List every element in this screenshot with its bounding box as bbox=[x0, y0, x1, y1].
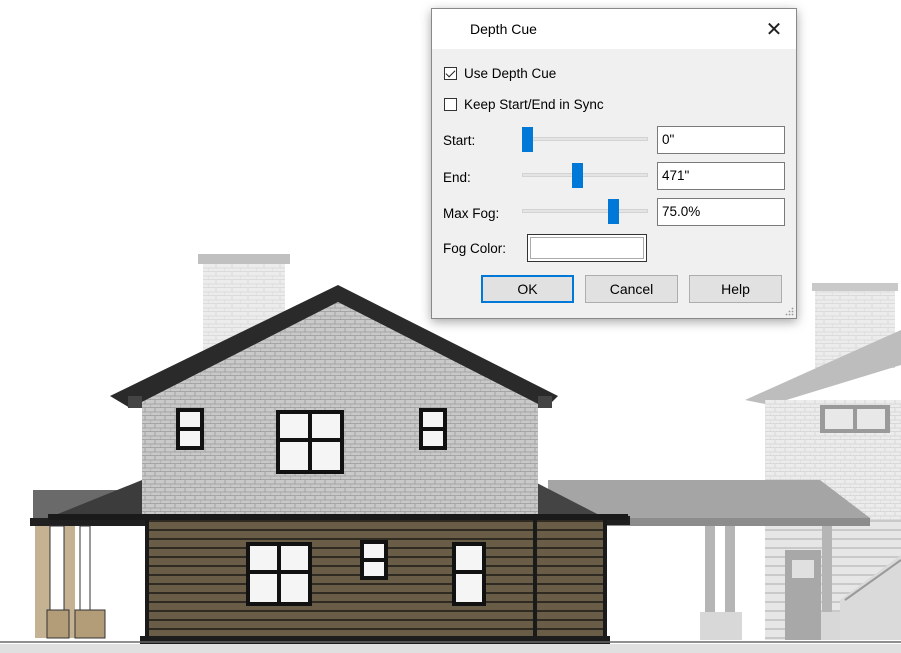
ok-button[interactable]: OK bbox=[481, 275, 574, 303]
use-depth-cue-checkbox[interactable]: Use Depth Cue bbox=[444, 66, 556, 81]
start-field[interactable]: 0" bbox=[657, 126, 785, 154]
checkbox-unchecked-icon[interactable] bbox=[444, 98, 457, 111]
start-slider-track[interactable] bbox=[522, 137, 648, 141]
checkbox-checked-icon[interactable] bbox=[444, 67, 457, 80]
resize-grip-icon[interactable] bbox=[784, 306, 794, 316]
end-slider-track[interactable] bbox=[522, 173, 648, 177]
max-fog-slider-thumb[interactable] bbox=[608, 199, 619, 224]
end-slider-thumb[interactable] bbox=[572, 163, 583, 188]
close-icon[interactable]: ✕ bbox=[758, 13, 790, 45]
start-label: Start: bbox=[443, 133, 476, 148]
max-fog-field[interactable]: 75.0% bbox=[657, 198, 785, 226]
cancel-button[interactable]: Cancel bbox=[585, 275, 678, 303]
end-label: End: bbox=[443, 170, 471, 185]
dialog-title: Depth Cue bbox=[470, 21, 537, 37]
max-fog-slider-track[interactable] bbox=[522, 209, 648, 213]
title-bar: Depth Cue ✕ bbox=[432, 9, 796, 49]
fog-color-label: Fog Color: bbox=[443, 241, 507, 256]
max-fog-label: Max Fog: bbox=[443, 206, 500, 221]
fog-color-swatch[interactable] bbox=[527, 234, 647, 262]
help-button[interactable]: Help bbox=[689, 275, 782, 303]
start-slider-thumb[interactable] bbox=[522, 127, 533, 152]
end-field[interactable]: 471" bbox=[657, 162, 785, 190]
depth-cue-dialog: Depth Cue ✕ Use Depth Cue Keep Start/End… bbox=[431, 8, 797, 319]
keep-sync-label: Keep Start/End in Sync bbox=[464, 97, 604, 112]
use-depth-cue-label: Use Depth Cue bbox=[464, 66, 557, 81]
keep-sync-checkbox[interactable]: Keep Start/End in Sync bbox=[444, 97, 604, 112]
